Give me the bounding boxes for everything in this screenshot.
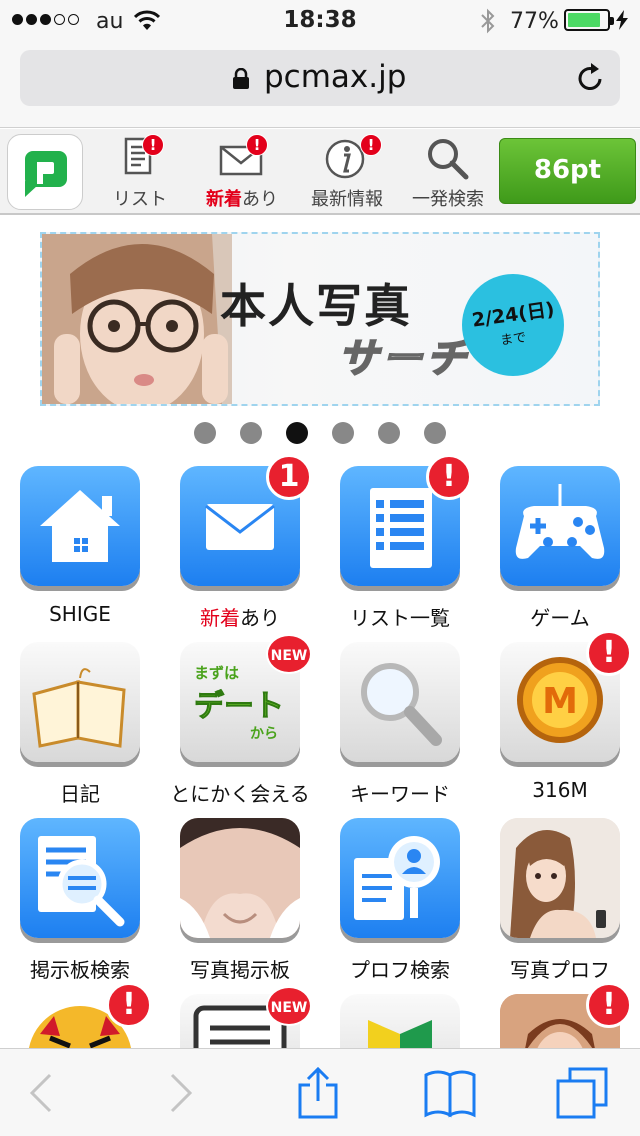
menu-keyword-label: キーワード bbox=[350, 782, 450, 806]
points-button[interactable]: 86pt bbox=[499, 138, 636, 204]
diary-book-icon bbox=[20, 642, 140, 762]
pcmax-logo-icon[interactable] bbox=[7, 134, 83, 210]
menu-meet-anyway-label: とにかく会える bbox=[170, 782, 310, 806]
menu-board-search-label: 掲示板検索 bbox=[30, 958, 130, 982]
alert-badge: ! bbox=[246, 134, 268, 156]
battery-percent: 77% bbox=[510, 9, 559, 34]
coin-letter: M bbox=[542, 681, 578, 722]
photo-board-thumbnail bbox=[180, 818, 300, 938]
menu-board-search[interactable]: 掲示板検索 bbox=[0, 818, 160, 994]
address-bar[interactable]: pcmax.jp bbox=[20, 50, 620, 106]
forward-icon[interactable] bbox=[154, 1067, 206, 1119]
nav-quick-search-label: 一発検索 bbox=[412, 189, 484, 210]
promo-banner[interactable]: 本人写真 サーチ 2/24(日) まで bbox=[40, 232, 600, 406]
icon-text-bottom: から bbox=[250, 726, 278, 742]
menu-diary-label: 日記 bbox=[60, 782, 100, 806]
menu-points-m[interactable]: M ! 316M bbox=[480, 630, 640, 818]
gamepad-icon bbox=[500, 466, 620, 586]
menu-home-label: SHIGE bbox=[49, 602, 111, 626]
menu-profile-search[interactable]: プロフ検索 bbox=[320, 818, 480, 994]
new-badge: NEW bbox=[266, 634, 312, 674]
back-icon[interactable] bbox=[16, 1067, 68, 1119]
nav-new-arrivals-label: 新着あり bbox=[206, 189, 278, 210]
carousel-dot[interactable] bbox=[424, 422, 446, 444]
home-icon bbox=[20, 466, 140, 586]
photo-profile-thumbnail bbox=[500, 818, 620, 938]
status-bar: au 18:38 77% bbox=[0, 0, 640, 40]
icon-text-top: まずは bbox=[194, 664, 239, 682]
alert-badge: ! bbox=[106, 982, 152, 1028]
alert-badge: ! bbox=[142, 134, 164, 156]
board-search-icon bbox=[20, 818, 140, 938]
alert-badge: ! bbox=[586, 982, 632, 1028]
carousel-dot-active[interactable] bbox=[286, 422, 308, 444]
alert-badge: ! bbox=[426, 454, 472, 500]
lock-icon bbox=[233, 68, 249, 89]
menu-home[interactable]: SHIGE bbox=[0, 466, 160, 642]
menu-photo-profile-label: 写真プロフ bbox=[510, 958, 610, 982]
menu-photo-profile[interactable]: 写真プロフ bbox=[480, 818, 640, 994]
nav-latest-info[interactable]: ! 最新情報 bbox=[302, 129, 392, 215]
alert-badge: ! bbox=[360, 134, 382, 156]
menu-photo-board[interactable]: 写真掲示板 bbox=[160, 818, 320, 994]
menu-photo-board-label: 写真掲示板 bbox=[190, 958, 290, 982]
menu-new-mail[interactable]: 1 新着あり bbox=[160, 454, 320, 642]
carousel-dot[interactable] bbox=[378, 422, 400, 444]
carousel-dots bbox=[0, 422, 640, 444]
battery-icon bbox=[564, 9, 614, 31]
tabs-icon[interactable] bbox=[556, 1067, 608, 1119]
site-header: ! リスト ! 新着あり ! 最新情報 一発検索 86pt bbox=[0, 129, 640, 215]
nav-latest-info-label: 最新情報 bbox=[311, 189, 383, 210]
banner-subtitle: サーチ bbox=[337, 335, 470, 383]
nav-list[interactable]: ! リスト bbox=[100, 129, 180, 215]
menu-new-mail-label: 新着あり bbox=[200, 606, 280, 630]
browser-address-area: pcmax.jp bbox=[0, 40, 640, 128]
carousel-dot[interactable] bbox=[240, 422, 262, 444]
bookmarks-icon[interactable] bbox=[424, 1067, 476, 1119]
browser-toolbar bbox=[0, 1048, 640, 1136]
banner-woman-photo bbox=[42, 234, 232, 404]
menu-profile-search-label: プロフ検索 bbox=[350, 958, 450, 982]
carousel-dot[interactable] bbox=[194, 422, 216, 444]
search-icon bbox=[428, 139, 469, 180]
profile-search-icon bbox=[340, 818, 460, 938]
menu-game-label: ゲーム bbox=[530, 606, 590, 630]
reload-icon[interactable] bbox=[574, 62, 606, 94]
menu-points-m-label: 316M bbox=[532, 778, 588, 802]
menu-list-label: リスト一覧 bbox=[350, 606, 450, 630]
magnifier-icon bbox=[340, 642, 460, 762]
menu-meet-anyway[interactable]: まずは デート から NEW とにかく会える bbox=[160, 634, 320, 818]
share-icon[interactable] bbox=[292, 1067, 344, 1119]
carousel-dot[interactable] bbox=[332, 422, 354, 444]
menu-keyword[interactable]: キーワード bbox=[320, 642, 480, 818]
menu-list[interactable]: ! リスト一覧 bbox=[320, 454, 480, 642]
menu-diary[interactable]: 日記 bbox=[0, 642, 160, 818]
url-text: pcmax.jp bbox=[264, 59, 407, 95]
alert-badge: ! bbox=[586, 630, 632, 676]
icon-text-mid: デート bbox=[194, 689, 284, 724]
unread-count-badge: 1 bbox=[266, 454, 312, 500]
nav-new-arrivals[interactable]: ! 新着あり bbox=[200, 129, 284, 215]
nav-list-label: リスト bbox=[113, 189, 167, 210]
charging-icon bbox=[616, 10, 628, 30]
nav-quick-search[interactable]: 一発検索 bbox=[402, 129, 494, 215]
bluetooth-icon bbox=[481, 8, 495, 34]
menu-game[interactable]: ゲーム bbox=[480, 466, 640, 642]
new-badge: NEW bbox=[266, 986, 312, 1026]
